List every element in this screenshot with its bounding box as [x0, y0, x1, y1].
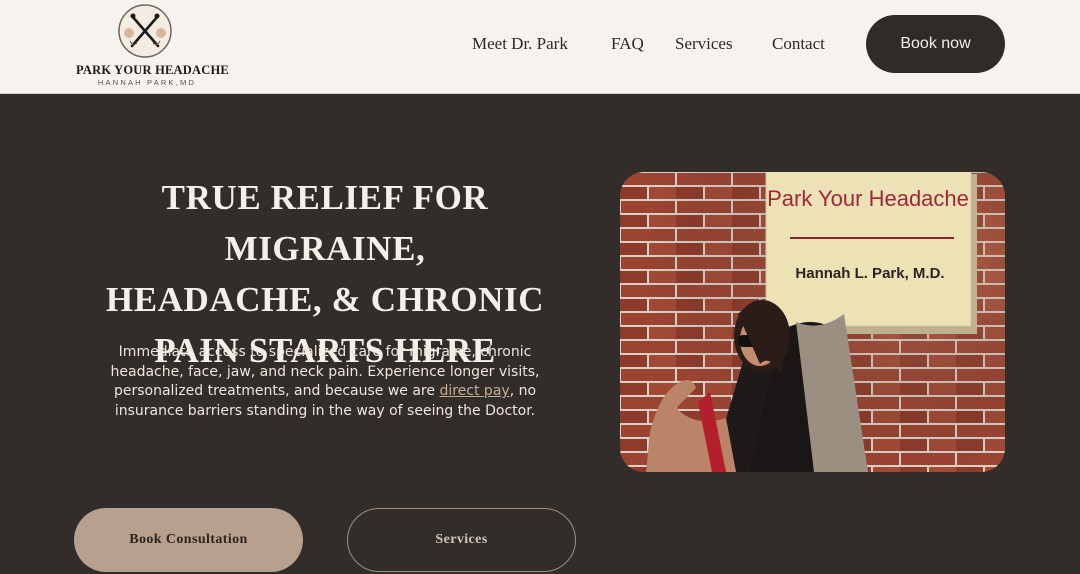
nav-services[interactable]: Services [675, 34, 733, 54]
book-consultation-button[interactable]: Book Consultation [74, 508, 303, 572]
crossed-needles-logo-icon [118, 4, 172, 58]
hero-description: Immediate access to specialized care for… [90, 343, 560, 421]
services-button[interactable]: Services [347, 508, 576, 572]
direct-pay-link[interactable]: direct pay [439, 383, 509, 399]
doctor-photo: Park Your Headache Hannah L. Park, M.D. [620, 172, 1005, 472]
book-now-button[interactable]: Book now [866, 15, 1005, 73]
nav-meet-dr-park[interactable]: Meet Dr. Park [472, 34, 568, 54]
sign-name: Hannah L. Park, M.D. [795, 265, 944, 282]
logo[interactable]: PARK YOUR HEADACHE HANNAH PARK,MD [76, 4, 229, 88]
sign-title: Park Your Headache [767, 186, 969, 211]
logo-title: PARK YOUR HEADACHE [76, 63, 229, 77]
site-header: PARK YOUR HEADACHE HANNAH PARK,MD Meet D… [0, 0, 1080, 94]
doctor-photo-illustration: Park Your Headache Hannah L. Park, M.D. [620, 172, 1005, 472]
nav-contact[interactable]: Contact [772, 34, 825, 54]
logo-subtitle: HANNAH PARK,MD [97, 78, 197, 87]
nav-faq[interactable]: FAQ [611, 34, 644, 54]
hero-title-line: HEADACHE, & CHRONIC [105, 280, 545, 319]
hero-title-line: TRUE RELIEF FOR MIGRAINE, [161, 178, 489, 268]
